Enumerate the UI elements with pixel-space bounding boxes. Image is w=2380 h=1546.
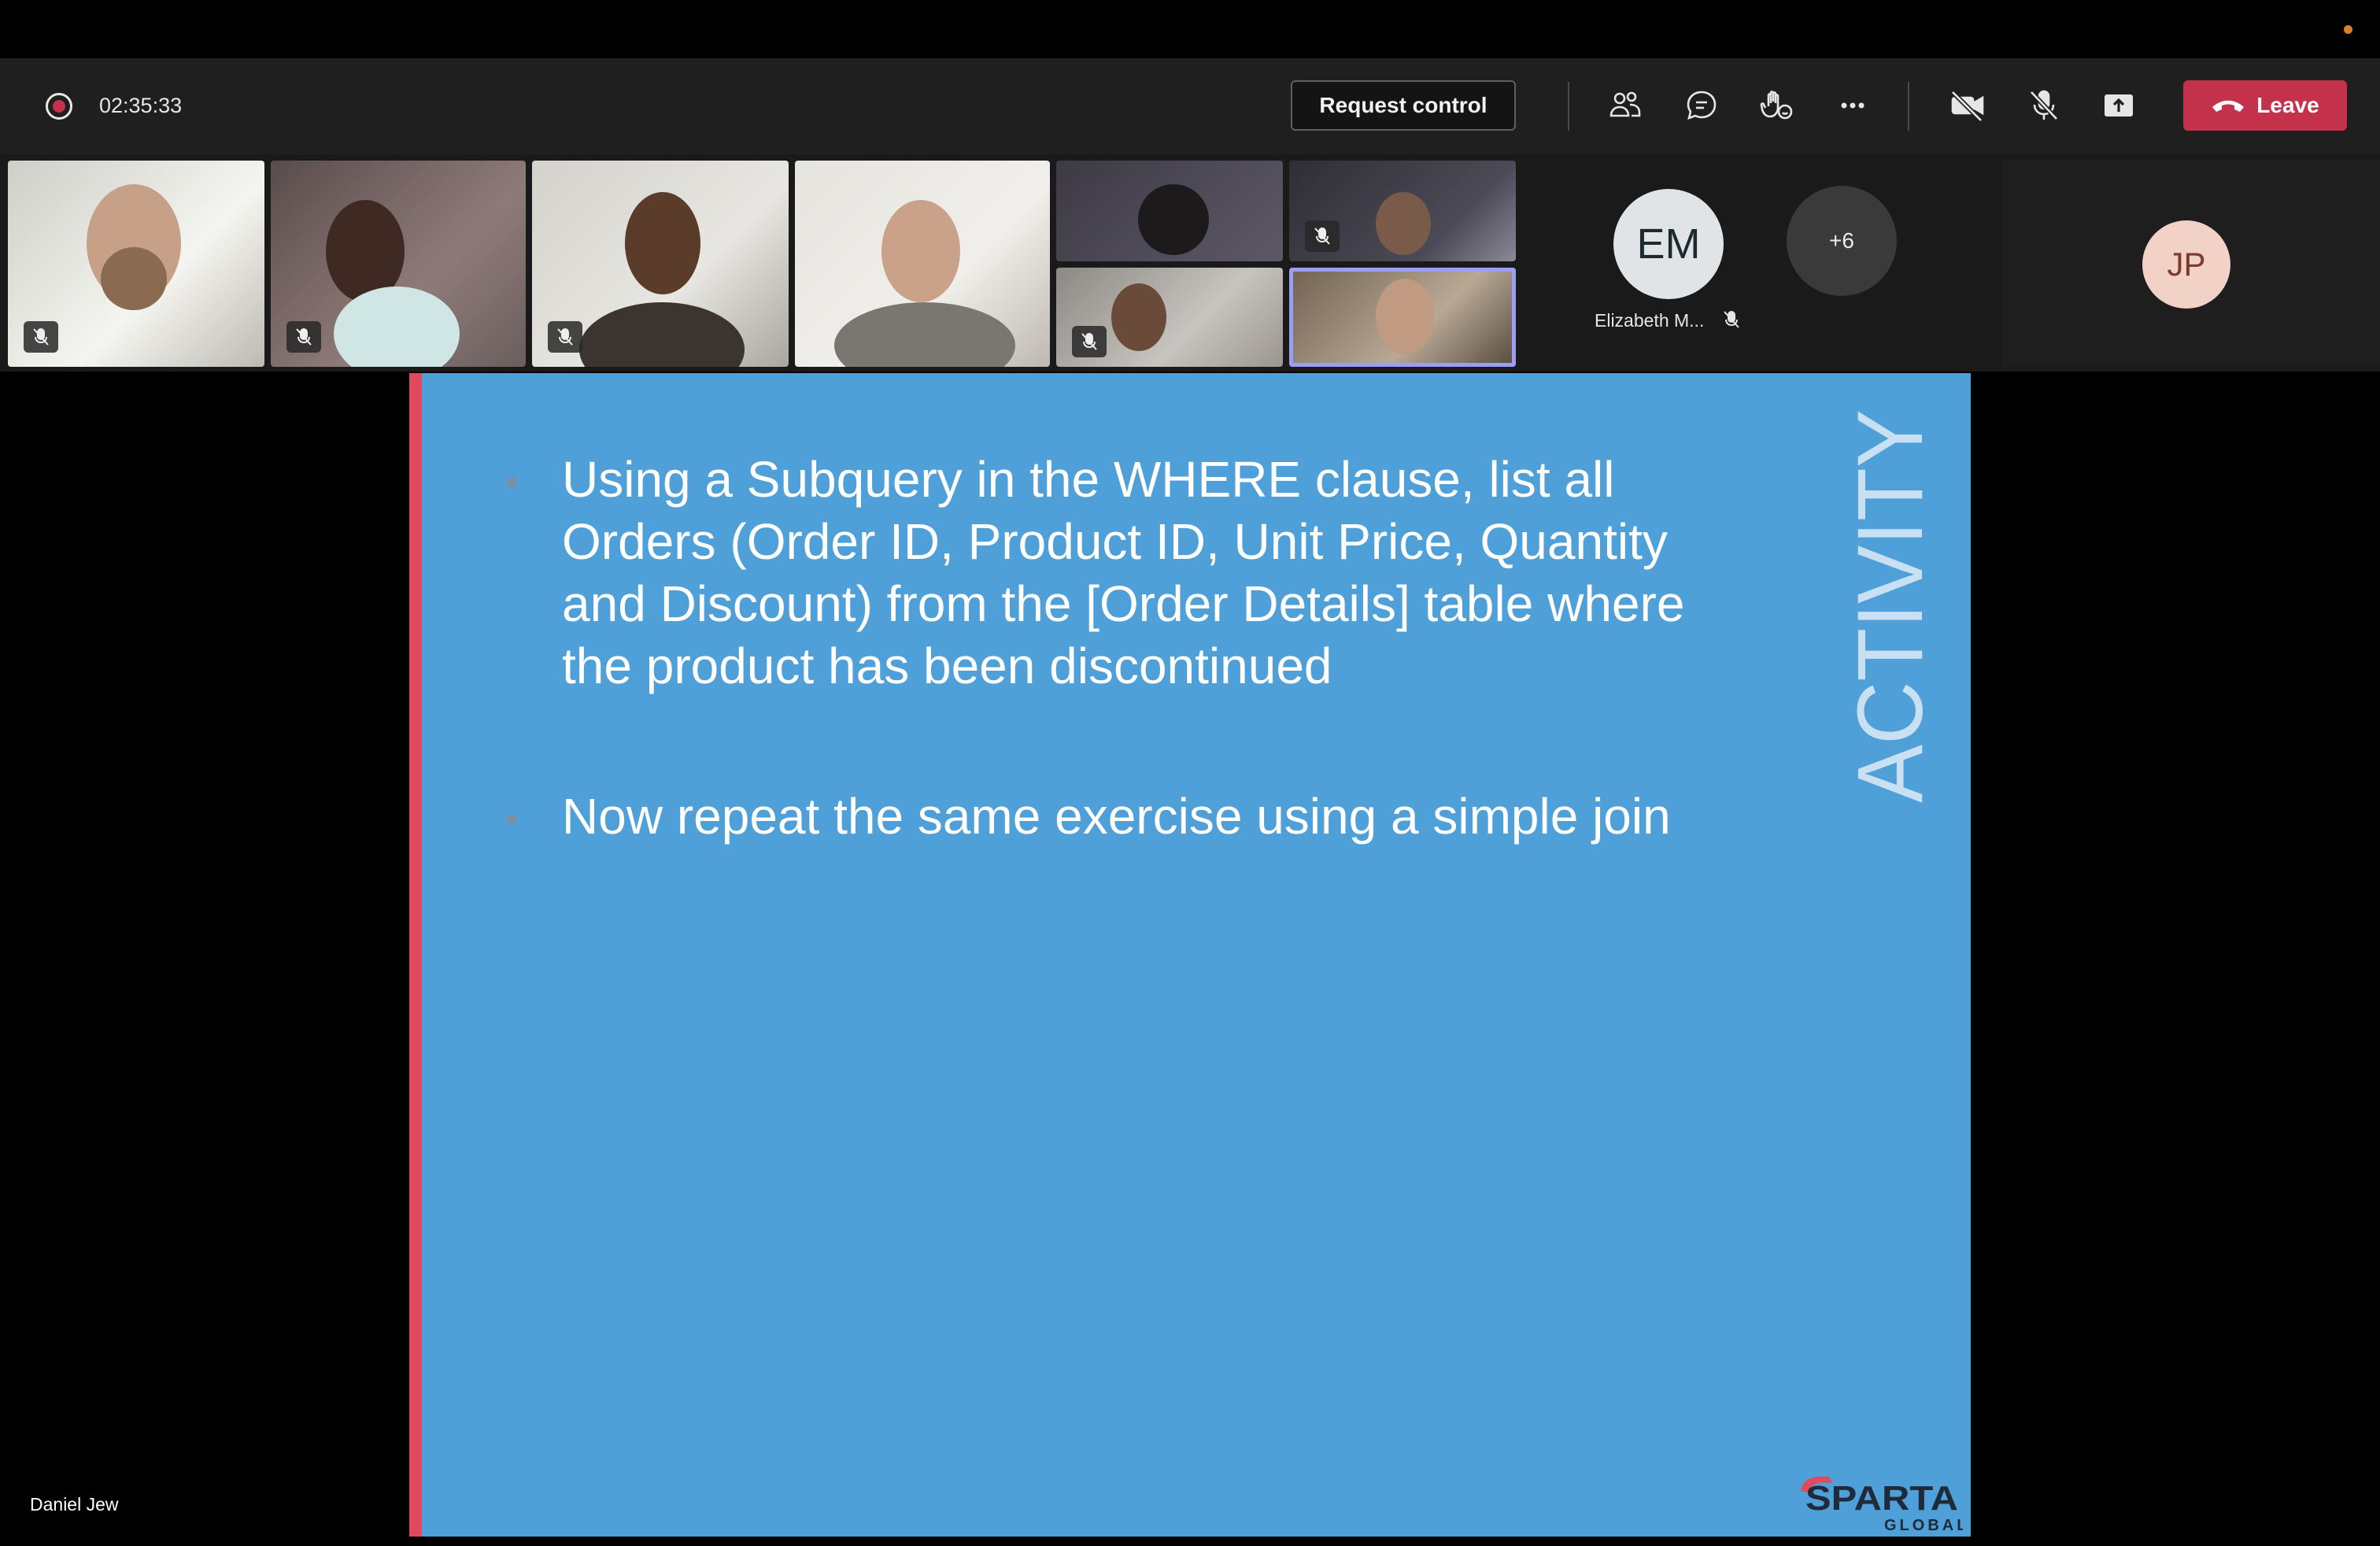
avatar[interactable]: EM <box>1613 189 1724 299</box>
sparta-global-logo: SPARTA GLOBAL <box>1801 1476 1963 1534</box>
presenter-name: Daniel Jew <box>30 1494 119 1515</box>
svg-text:SPARTA: SPARTA <box>1805 1479 1958 1518</box>
participant-video-tile[interactable] <box>1289 161 1516 261</box>
bullet-line: and Discount) from the [Order Details] t… <box>562 575 1685 632</box>
avatar[interactable]: JP <box>2142 220 2230 309</box>
slide-bullet-2: Now repeat the same exercise using a sim… <box>562 786 1671 848</box>
activity-title: ACTIVITY <box>1843 409 1938 803</box>
title-bar <box>0 0 2380 58</box>
participant-name: Elizabeth M... <box>1595 310 1705 331</box>
participant-video-tile[interactable] <box>1056 161 1283 261</box>
camera-off-icon[interactable] <box>1942 81 1993 130</box>
muted-mic-icon <box>1724 311 1739 328</box>
slide-accent-bar <box>409 373 422 1537</box>
status-indicator <box>2344 25 2352 34</box>
participant-video-tile-active-speaker[interactable] <box>1289 268 1516 367</box>
leave-label: Leave <box>2256 93 2319 117</box>
request-control-button[interactable]: Request control <box>1291 80 1516 131</box>
record-icon <box>46 93 72 120</box>
leave-button[interactable]: Leave <box>2183 80 2347 131</box>
svg-text:GLOBAL: GLOBAL <box>1884 1517 1963 1534</box>
muted-mic-icon <box>1305 220 1340 252</box>
bullet-marker <box>507 477 517 487</box>
participant-video-tile[interactable] <box>8 161 264 367</box>
participant-video-tile[interactable] <box>271 161 526 367</box>
bullet-marker <box>507 814 517 824</box>
raise-hand-icon[interactable] <box>1752 81 1802 130</box>
participant-video-tile[interactable] <box>532 161 789 367</box>
share-screen-icon[interactable] <box>2094 81 2144 130</box>
people-icon[interactable] <box>1600 81 1650 130</box>
bullet-line: Now repeat the same exercise using a sim… <box>562 788 1671 845</box>
bullet-line: Orders (Order ID, Product ID, Unit Price… <box>562 513 1668 570</box>
meeting-timer: 02:35:33 <box>99 94 183 117</box>
muted-mic-icon <box>548 321 582 353</box>
chat-icon[interactable] <box>1676 81 1727 130</box>
bullet-line: Using a Subquery in the WHERE clause, li… <box>562 451 1615 508</box>
slide-side-title: ACTIVITY <box>1843 409 1938 803</box>
more-options-icon[interactable] <box>1828 81 1878 130</box>
participant-video-tile[interactable] <box>795 161 1050 367</box>
slide-bullet-1: Using a Subquery in the WHERE clause, li… <box>562 449 1684 697</box>
hang-up-icon <box>2212 100 2245 112</box>
muted-mic-icon <box>1072 326 1107 357</box>
mic-off-icon[interactable] <box>2019 81 2069 130</box>
toolbar-divider <box>1568 82 1569 131</box>
muted-mic-icon <box>24 321 58 353</box>
toolbar-divider <box>1908 82 1909 131</box>
participant-video-tile[interactable] <box>1056 268 1283 367</box>
more-participants-button[interactable]: +6 <box>1787 186 1897 296</box>
muted-mic-icon <box>286 321 321 353</box>
bullet-line: the product has been discontinued <box>562 638 1332 694</box>
